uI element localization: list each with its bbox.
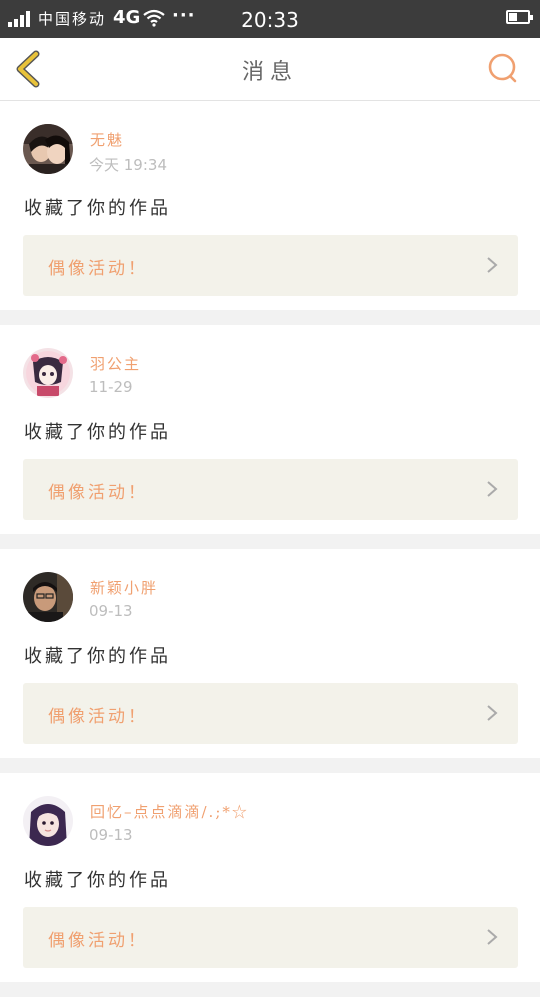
battery-icon xyxy=(506,10,533,24)
activity-link[interactable]: 偶像活动！ xyxy=(23,459,518,520)
avatar[interactable] xyxy=(23,124,73,174)
activity-title: 偶像活动！ xyxy=(48,931,148,951)
message-list: 无魅 今天 19:34 收藏了你的作品 偶像活动！ 羽公主 11-29 收藏了你… xyxy=(0,101,540,997)
message-time: 今天 19:34 xyxy=(89,156,167,174)
activity-link[interactable]: 偶像活动！ xyxy=(23,907,518,968)
message-time: 09-13 xyxy=(89,602,133,620)
header-bar: 消息 xyxy=(0,38,540,101)
username[interactable]: 新颖小胖 xyxy=(90,577,158,598)
message-card: 羽公主 11-29 收藏了你的作品 偶像活动！ xyxy=(0,325,540,534)
action-text: 收藏了你的作品 xyxy=(24,646,171,667)
page-title: 消息 xyxy=(241,60,298,85)
activity-title: 偶像活动！ xyxy=(48,707,148,727)
avatar[interactable] xyxy=(23,796,73,846)
status-time: 20:33 xyxy=(241,8,299,32)
search-icon xyxy=(488,53,517,83)
action-text: 收藏了你的作品 xyxy=(24,422,171,443)
activity-title: 偶像活动！ xyxy=(48,259,148,279)
username[interactable]: 无魅 xyxy=(90,129,124,150)
message-time: 11-29 xyxy=(89,378,133,396)
activity-link[interactable]: 偶像活动！ xyxy=(23,683,518,744)
chevron-right-icon xyxy=(487,257,498,273)
username[interactable]: 回忆–点点滴滴/.;*☆ xyxy=(90,801,249,822)
battery-level xyxy=(509,13,517,21)
search-button[interactable] xyxy=(484,50,522,88)
chevron-right-icon xyxy=(487,929,498,945)
chevron-right-icon xyxy=(487,481,498,497)
avatar[interactable] xyxy=(23,348,73,398)
activity-title: 偶像活动！ xyxy=(48,483,148,503)
username[interactable]: 羽公主 xyxy=(90,353,141,374)
message-time: 09-13 xyxy=(89,826,133,844)
action-text: 收藏了你的作品 xyxy=(24,870,171,891)
action-text: 收藏了你的作品 xyxy=(24,198,171,219)
message-card: 新颖小胖 09-13 收藏了你的作品 偶像活动！ xyxy=(0,549,540,758)
avatar[interactable] xyxy=(23,572,73,622)
status-bar: 中国移动 4G ··· 20:33 xyxy=(0,0,540,38)
message-card: 回忆–点点滴滴/.;*☆ 09-13 收藏了你的作品 偶像活动！ xyxy=(0,773,540,982)
message-card: 无魅 今天 19:34 收藏了你的作品 偶像活动！ xyxy=(0,101,540,310)
activity-link[interactable]: 偶像活动！ xyxy=(23,235,518,296)
chevron-right-icon xyxy=(487,705,498,721)
